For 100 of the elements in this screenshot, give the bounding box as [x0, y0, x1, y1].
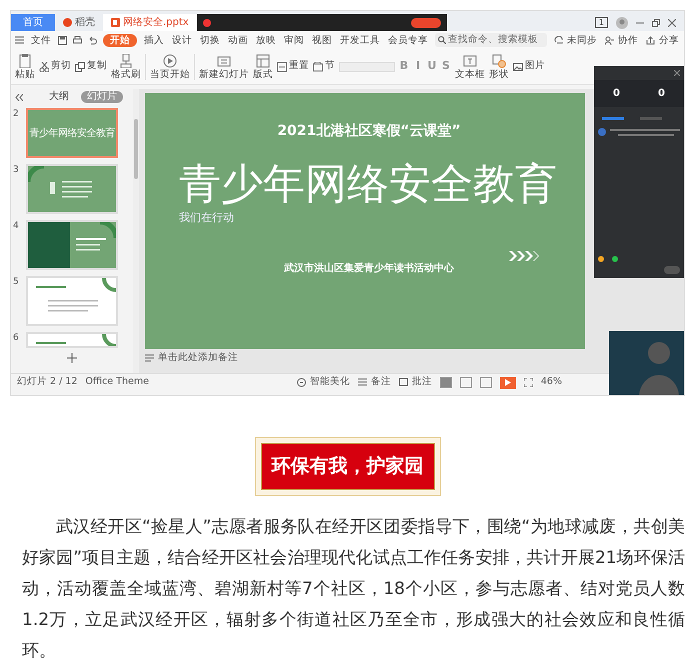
comment-icon — [398, 378, 408, 387]
layout-icon — [256, 54, 270, 68]
notes-placeholder[interactable]: 单击此处添加备注 — [158, 350, 238, 366]
notes-icon — [358, 378, 367, 387]
section-heading: 环保有我，护家园 — [260, 443, 434, 490]
slide-number: 5 — [13, 276, 20, 289]
slide-thumbnail[interactable] — [26, 332, 118, 348]
stat-count: 0 — [613, 87, 620, 101]
picture-icon — [513, 62, 523, 72]
user-avatar-icon[interactable] — [616, 16, 628, 28]
clipboard-icon — [18, 54, 32, 68]
ribbon-button[interactable]: 新建幻灯片 — [199, 54, 249, 80]
restore-icon[interactable] — [652, 18, 660, 26]
play-circle-icon — [163, 54, 177, 68]
view-mode-button[interactable] — [460, 377, 472, 388]
ribbon-button[interactable]: 当页开始 — [150, 54, 190, 80]
slide-thumbnail[interactable] — [26, 220, 118, 270]
window-count-badge[interactable]: 1 — [594, 17, 608, 28]
stat-count: 0 — [658, 87, 665, 101]
section-icon — [313, 62, 323, 72]
docer-logo-icon — [63, 18, 72, 27]
add-slide-icon[interactable] — [67, 353, 77, 363]
ribbon-button[interactable]: 重置 — [277, 59, 309, 74]
close-icon[interactable] — [668, 18, 676, 26]
ribbon-button[interactable]: 图片 — [513, 59, 545, 74]
ribbon-button[interactable]: 版式 — [253, 54, 273, 80]
reset-icon — [277, 62, 287, 72]
fit-window-icon[interactable] — [524, 378, 533, 387]
panel-tab[interactable]: 大纲 — [43, 91, 75, 103]
sync-icon — [554, 36, 563, 44]
menu-tab[interactable]: 文件 — [30, 34, 52, 46]
app-tab[interactable]: 网络安全.pptx — [103, 14, 197, 31]
zoom-level[interactable]: 46% — [540, 375, 562, 390]
slide-number: 3 — [13, 164, 20, 177]
format-painter-icon — [119, 54, 133, 68]
message-lines-drawing — [610, 128, 680, 138]
menu-tab[interactable]: 插入 — [143, 34, 165, 46]
status-tool[interactable]: 备注 — [358, 375, 391, 390]
article-paragraph: 武汉经开区“捡星人”志愿者服务队在经开区团委指导下，围绕“为地球减废，共创美好家园”项目主题，结合经开区社会治理现代化试点工作任务安排，共计开展21场环保活动，活动覆盖全域蓝湾、碧湖新村等7个社区，18个小区，参与志愿者、结对党员人数1.2万，立足武汉经开区，辐射多个街道社区乃至全市，形成强大的社会效应和良性循环。 — [22, 516, 685, 662]
collaborate-icon — [605, 36, 614, 44]
record-icon — [202, 18, 211, 26]
view-mode-button[interactable] — [440, 377, 452, 388]
menu-tab[interactable]: 审阅 — [283, 34, 305, 46]
search-icon — [438, 36, 446, 44]
menu-tab[interactable]: 动画 — [227, 34, 249, 46]
collapse-icon[interactable] — [15, 94, 23, 100]
slide-thumbnail[interactable] — [26, 164, 118, 214]
ribbon-button[interactable]: 粘贴 — [15, 54, 35, 80]
scroll-thumb[interactable] — [134, 119, 138, 179]
slide-counter: 幻灯片 2 / 12 — [17, 375, 78, 390]
search-field[interactable]: 查找命令、搜索模板 — [435, 33, 547, 47]
ribbon-button[interactable]: 剪切 — [39, 59, 71, 74]
toolbar-action[interactable]: 分享 — [645, 34, 680, 46]
menu-tab[interactable]: 视图 — [311, 34, 333, 46]
thumbnail-title: 青少年网络安全教育 — [29, 126, 115, 140]
play-icon — [504, 379, 511, 386]
scissors-icon — [39, 62, 49, 72]
beautify-icon — [296, 378, 306, 387]
ribbon-button[interactable]: 格式刷 — [111, 54, 141, 80]
font-name-field[interactable] — [339, 62, 395, 72]
avatar-icon — [598, 128, 606, 138]
menu-tab[interactable]: 开发工具 — [339, 34, 381, 46]
slide-kicker: 2021北港社区寒假“云课堂” — [276, 122, 462, 141]
theme-name: Office Theme — [85, 375, 149, 390]
save-icon[interactable] — [58, 36, 67, 44]
notes-icon — [145, 354, 154, 362]
ribbon-button[interactable]: 节 — [313, 59, 335, 74]
status-tool[interactable]: 智能美化 — [296, 375, 350, 390]
menu-tab[interactable]: 设计 — [171, 34, 193, 46]
presentation-file-icon — [111, 18, 120, 27]
share-icon — [646, 36, 655, 44]
print-icon[interactable] — [73, 36, 82, 44]
slide-number: 2 — [13, 108, 20, 121]
undo-icon[interactable] — [88, 36, 97, 44]
slideshow-button[interactable] — [500, 376, 516, 388]
slide-title: 青少年网络安全教育 — [179, 158, 558, 210]
menu-tab[interactable]: 切换 — [199, 34, 221, 46]
ribbon-button[interactable]: 复制 — [75, 59, 107, 74]
app-tab[interactable]: 稻壳 — [55, 14, 103, 31]
toolbar-action[interactable]: 协作 — [604, 34, 639, 46]
slide-number: 6 — [13, 332, 20, 345]
slide-tagline: 我们在行动 — [179, 210, 235, 226]
close-icon[interactable] — [674, 70, 680, 76]
text-box-icon — [463, 54, 477, 68]
new-slide-icon — [217, 54, 231, 68]
menu-tab[interactable]: 放映 — [255, 34, 277, 46]
slide-organizer: 武汉市洪山区集爱青少年读书活动中心 — [282, 261, 455, 276]
chevrons-icon — [509, 250, 539, 260]
toolbar-action[interactable]: 未同步 — [553, 34, 598, 46]
end-live-button[interactable] — [410, 18, 441, 28]
slide-thumbnail[interactable] — [26, 276, 118, 326]
status-tool[interactable]: 批注 — [398, 375, 432, 390]
ribbon-button[interactable]: 文本框 — [455, 54, 485, 80]
shapes-icon — [492, 54, 506, 68]
ribbon-button[interactable]: 形状 — [489, 54, 509, 80]
menu-tab[interactable]: 会员专享 — [387, 34, 429, 46]
slide-number: 4 — [13, 220, 20, 233]
menu-icon[interactable] — [15, 36, 24, 44]
view-mode-button[interactable] — [480, 377, 492, 388]
copy-icon — [75, 62, 85, 72]
